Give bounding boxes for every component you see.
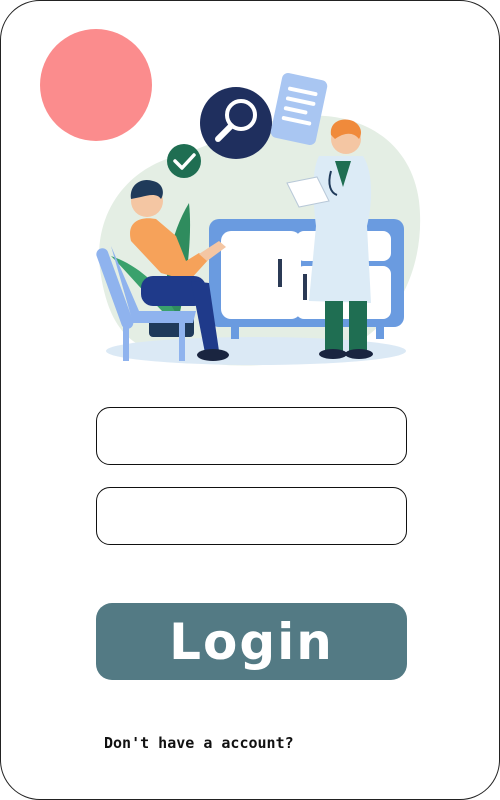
signup-link[interactable]: Don't have a account?: [104, 734, 294, 752]
app-screen: Login Don't have a account?: [0, 0, 500, 800]
username-field[interactable]: [96, 407, 407, 465]
password-field[interactable]: [96, 487, 407, 545]
login-button[interactable]: Login: [96, 603, 407, 680]
checkmark-icon: [167, 144, 201, 178]
doctor-consultation-illustration: [96, 73, 421, 366]
